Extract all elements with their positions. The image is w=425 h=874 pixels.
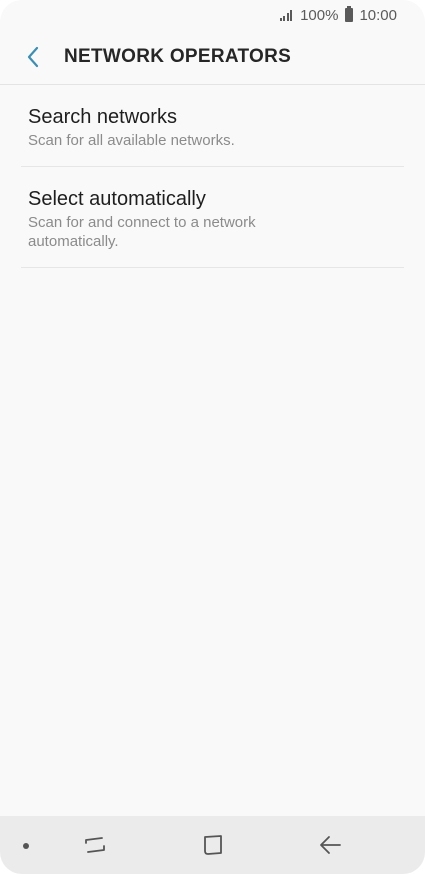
back-button[interactable] [0,30,64,85]
signal-icon [279,9,293,21]
navigation-bar [0,816,425,874]
phone-screen: 100% 10:00 NETWORK OPERATORS Search netw… [0,0,425,874]
settings-list: Search networks Scan for all available n… [21,85,404,268]
battery-icon [345,6,354,22]
item-title: Select automatically [28,188,206,210]
chevron-left-icon [26,46,40,68]
item-description: Scan for and connect to a network automa… [28,214,256,250]
recent-apps-icon[interactable] [82,832,108,858]
page-title: NETWORK OPERATORS [64,46,292,67]
status-bar: 100% 10:00 [0,0,425,30]
home-icon[interactable] [200,832,226,858]
select-automatically-item[interactable]: Select automatically Scan for and connec… [21,167,404,268]
nav-indicator-dot [23,843,29,849]
search-networks-item[interactable]: Search networks Scan for all available n… [21,85,404,167]
status-time: 10:00 [359,6,397,24]
back-arrow-icon[interactable] [318,832,344,858]
item-title: Search networks [28,106,177,128]
battery-percent: 100% [300,6,339,24]
item-description: Scan for all available networks. [28,132,235,149]
app-header: NETWORK OPERATORS [0,30,425,85]
